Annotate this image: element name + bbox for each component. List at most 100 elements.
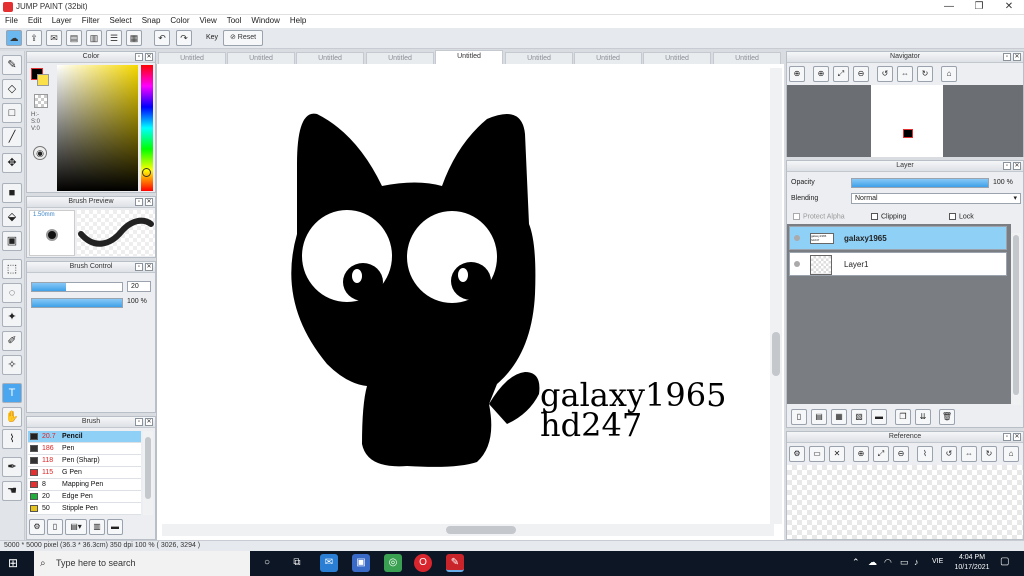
new-folder-icon[interactable]: ▬ [871, 409, 887, 425]
select-eraser-icon[interactable]: ✧ [2, 355, 22, 375]
menu-edit[interactable]: Edit [23, 15, 47, 25]
language-indicator[interactable]: VIE [932, 558, 943, 565]
brush-item-edge-pen[interactable]: 20 Edge Pen [28, 491, 141, 503]
store-icon[interactable]: ▣ [352, 554, 370, 572]
menu-tool[interactable]: Tool [222, 15, 247, 25]
hand-tool-icon[interactable]: ☚ [2, 481, 22, 501]
mail-icon[interactable]: ✉ [320, 554, 338, 572]
brush-item-pencil[interactable]: 20.7 Pencil [28, 431, 141, 443]
volume-icon[interactable]: ♪ [914, 557, 919, 567]
brush-item-stipple-pen[interactable]: 50 Stipple Pen [28, 503, 141, 515]
pen-tool-icon[interactable]: ✒ [2, 457, 22, 477]
layer-opacity-slider[interactable] [851, 178, 989, 188]
brush-item-pen[interactable]: 186 Pen [28, 443, 141, 455]
network-icon[interactable]: ☁ [868, 557, 877, 568]
duplicate-layer-icon[interactable]: ❐ [895, 409, 911, 425]
chat-icon[interactable]: ▤ [66, 30, 82, 46]
new-pattern-layer-icon[interactable]: ▧ [851, 409, 867, 425]
drawing-canvas[interactable] [156, 64, 784, 540]
new-vector-layer-icon[interactable]: ▤ [811, 409, 827, 425]
background-color-swatch[interactable] [37, 74, 49, 86]
wifi-icon[interactable]: ◠ [884, 557, 892, 568]
document-icon[interactable]: ▥ [86, 30, 102, 46]
menu-filter[interactable]: Filter [77, 15, 105, 25]
zoom-in-icon[interactable]: ⊕ [853, 446, 869, 462]
lasso-tool-icon[interactable]: ◌ [2, 283, 22, 303]
browser-icon[interactable]: ◎ [384, 554, 402, 572]
flip-icon[interactable]: ⇔ [961, 446, 977, 462]
tab-untitled[interactable]: Untitled [366, 52, 434, 64]
horizontal-scroll-thumb[interactable] [446, 526, 516, 534]
new-tone-layer-icon[interactable]: ▦ [831, 409, 847, 425]
comment-icon[interactable]: ✉ [46, 30, 62, 46]
brush-settings-icon[interactable]: ⚙ [29, 519, 45, 535]
operation-tool-icon[interactable]: ✋ [2, 407, 22, 427]
reference-settings-icon[interactable]: ⚙ [789, 446, 805, 462]
merge-layer-icon[interactable]: ⇊ [915, 409, 931, 425]
eyedropper-icon[interactable]: ⌇ [917, 446, 933, 462]
minimize-button[interactable]: — [934, 0, 964, 14]
cortana-icon[interactable]: ○ [258, 554, 276, 572]
clock[interactable]: 4:04 PM 10/17/2021 [952, 553, 992, 573]
panel-close-icon[interactable]: ✕ [1013, 433, 1021, 441]
tab-untitled-active[interactable]: Untitled [435, 50, 503, 64]
grid-icon[interactable]: ▦ [126, 30, 142, 46]
brush-options-icon[interactable]: ▤▾ [65, 519, 87, 535]
chevron-up-icon[interactable]: ⌃ [852, 557, 860, 568]
brush-size-value[interactable]: 20 [127, 281, 151, 292]
tab-untitled[interactable]: Untitled [713, 52, 781, 64]
panel-close-icon[interactable]: ✕ [145, 53, 153, 61]
panel-float-icon[interactable]: ▫ [135, 198, 143, 206]
clipping-checkbox[interactable]: Clipping [871, 213, 906, 220]
reset-button[interactable]: ⊘ Reset [223, 30, 263, 46]
restore-button[interactable]: ❐ [964, 0, 994, 14]
brush-item-g-pen[interactable]: 115 G Pen [28, 467, 141, 479]
magic-wand-icon[interactable]: ✦ [2, 307, 22, 327]
zoom-out-icon[interactable]: ⊖ [853, 66, 869, 82]
navigator-viewport-marker[interactable] [903, 129, 913, 138]
menu-snap[interactable]: Snap [137, 15, 166, 25]
panel-float-icon[interactable]: ▫ [135, 418, 143, 426]
brush-tool-icon[interactable]: ✎ [2, 55, 22, 75]
canvas-horizontal-scrollbar[interactable] [162, 524, 774, 536]
copy-brush-icon[interactable]: ▥ [89, 519, 105, 535]
text-tool-icon[interactable]: T [2, 383, 22, 403]
rotate-left-icon[interactable]: ↺ [941, 446, 957, 462]
zoom-fit-icon[interactable]: ⊕ [789, 66, 805, 82]
fill-rect-tool-icon[interactable]: ■ [2, 183, 22, 203]
protect-alpha-checkbox[interactable]: Protect Alpha [793, 213, 845, 220]
rotate-right-icon[interactable]: ↻ [981, 446, 997, 462]
panel-close-icon[interactable]: ✕ [145, 198, 153, 206]
panel-close-icon[interactable]: ✕ [1013, 162, 1021, 170]
layer-scroll-thumb[interactable] [1013, 235, 1019, 395]
brush-list-scroll-thumb[interactable] [145, 437, 151, 499]
rotate-left-icon[interactable]: ↺ [877, 66, 893, 82]
hue-handle[interactable] [142, 168, 151, 177]
blending-select[interactable]: Normal ▾ [851, 193, 1021, 204]
menu-view[interactable]: View [195, 15, 222, 25]
undo-icon[interactable]: ↶ [154, 30, 170, 46]
new-layer-icon[interactable]: ▯ [791, 409, 807, 425]
tab-untitled[interactable]: Untitled [227, 52, 295, 64]
panel-close-icon[interactable]: ✕ [1013, 53, 1021, 61]
new-brush-icon[interactable]: ▯ [47, 519, 63, 535]
opera-icon[interactable]: O [414, 554, 432, 572]
tab-untitled[interactable]: Untitled [505, 52, 573, 64]
navigator-thumbnail[interactable] [871, 85, 943, 157]
tab-untitled[interactable]: Untitled [574, 52, 642, 64]
visibility-icon[interactable] [794, 261, 800, 267]
layer-list-scrollbar[interactable] [1011, 233, 1021, 405]
move-tool-icon[interactable]: ✥ [2, 153, 22, 173]
menu-color[interactable]: Color [165, 15, 194, 25]
saturation-value-picker[interactable] [57, 65, 138, 191]
flip-icon[interactable]: ⇔ [897, 66, 913, 82]
tab-untitled[interactable]: Untitled [643, 52, 711, 64]
gradient-tool-icon[interactable]: ▣ [2, 231, 22, 251]
delete-layer-icon[interactable]: 🗑 [939, 409, 955, 425]
brush-folder-icon[interactable]: ▬ [107, 519, 123, 535]
eyedropper-icon[interactable]: ⌇ [2, 429, 22, 449]
panel-float-icon[interactable]: ▫ [135, 53, 143, 61]
tab-untitled[interactable]: Untitled [158, 52, 226, 64]
panel-float-icon[interactable]: ▫ [1003, 433, 1011, 441]
bucket-tool-icon[interactable]: ⬙ [2, 207, 22, 227]
